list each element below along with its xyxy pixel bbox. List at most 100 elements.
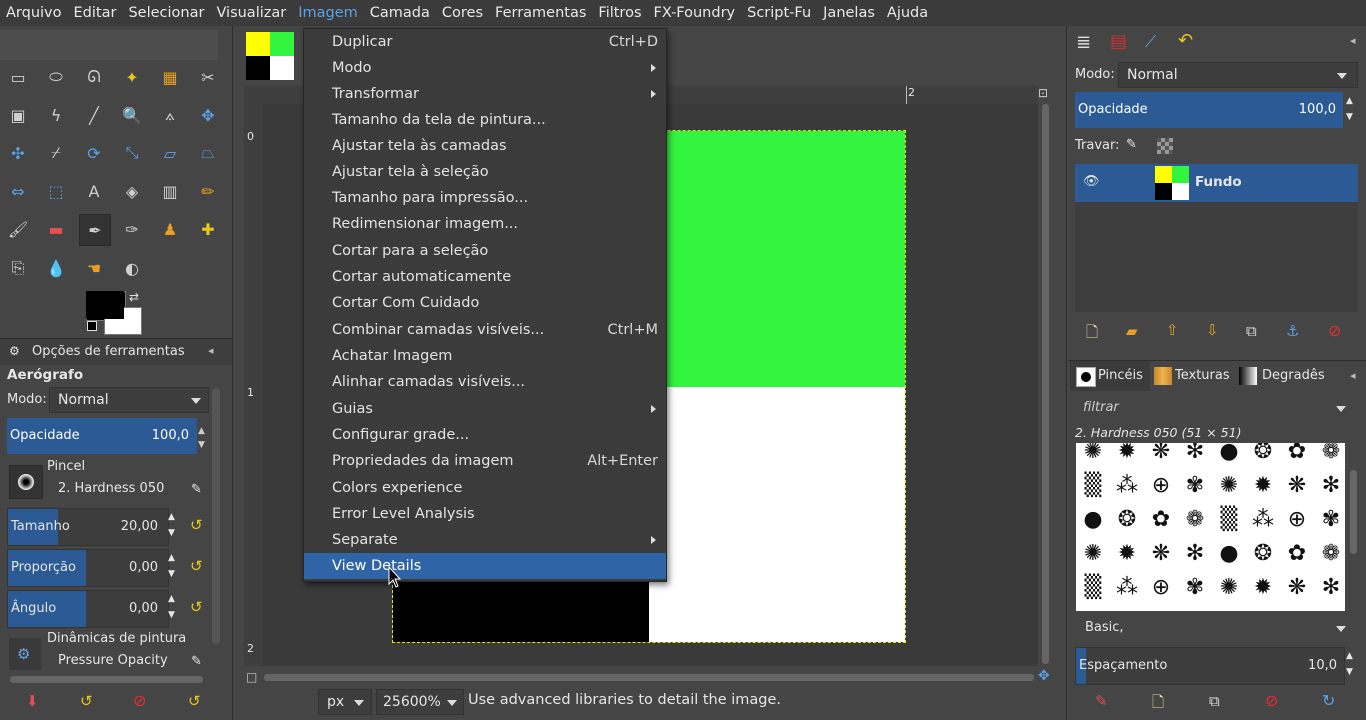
save-options-icon[interactable]: ⬇ [26,692,39,710]
flip-icon[interactable]: ⇔ [6,179,30,203]
brush-cell[interactable]: ✺ [1076,443,1110,469]
paths-tab-icon[interactable]: ⟋ [1145,32,1156,52]
duplicate-layer-icon[interactable]: ⧉ [1246,322,1257,340]
brush-cell[interactable]: ✻ [1178,443,1212,469]
menubar-item[interactable]: Camada [364,0,436,26]
shear-icon[interactable]: ▱ [158,141,182,165]
menubar-item[interactable]: Script-Fu [741,0,817,26]
brush-cell[interactable]: ❋ [1280,469,1314,503]
clone-icon[interactable]: ♟ [158,217,182,241]
menu-item[interactable]: Combinar camadas visíveis... Ctrl+M [304,317,666,343]
unit-select[interactable]: px [318,689,372,715]
blur-icon[interactable]: 💧 [44,256,68,280]
tool-options-hscrollbar[interactable] [10,676,203,683]
brush-filter-combo[interactable]: filtrar [1075,396,1358,420]
edit-brush-dock-icon[interactable]: ✎ [1095,692,1108,710]
opacity-slider[interactable]: Opacidade 100,0 [7,418,197,454]
brush-cell[interactable]: ✻ [1314,571,1345,605]
brush-cell[interactable]: ❁ [1178,503,1212,537]
zoom-fit-icon[interactable]: ⊡ [1038,86,1048,100]
menubar-item[interactable]: FX-Foundry [648,0,742,26]
menubar-item[interactable]: Selecionar [122,0,210,26]
ratio-spin-up[interactable]: ▲ [168,553,175,563]
scissors-icon[interactable]: ✂ [196,65,220,89]
brush-cell[interactable]: ⁂ [1110,469,1144,503]
reset-angle-icon[interactable]: ↺ [190,598,203,616]
brush-cell[interactable]: ✿ [1144,503,1178,537]
foreground-color-swatch-top[interactable] [86,291,124,319]
brush-cell[interactable]: ✻ [1178,537,1212,571]
size-spin-up[interactable]: ▲ [168,512,175,522]
delete-layer-icon[interactable]: ⊘ [1328,321,1341,340]
duplicate-brush-icon[interactable]: ⧉ [1209,692,1220,710]
brush-cell[interactable]: ▒ [1212,503,1246,537]
edit-brush-icon[interactable]: ✎ [191,482,202,497]
scale-icon[interactable]: ⤡ [120,141,144,165]
zoom-icon[interactable]: 🔍 [120,103,144,127]
menu-item[interactable]: Modo [304,55,666,81]
spacing-down[interactable]: ▼ [1346,667,1353,677]
brush-cell[interactable]: ✺ [1212,571,1246,605]
menu-item[interactable]: Configurar grade... [304,422,666,448]
menubar-item[interactable]: Filtros [592,0,647,26]
color-picker-icon[interactable]: ╱ [82,103,106,127]
brush-cell[interactable]: ✹ [1246,571,1280,605]
navigate-icon[interactable]: ✥ [1038,668,1050,684]
tab-patterns-label[interactable]: Texturas [1175,368,1230,383]
menubar-item[interactable]: Cores [436,0,489,26]
menu-item[interactable]: Guias [304,396,666,422]
tab-menu-icon[interactable]: ◂ [1350,369,1356,382]
paintbrush-icon[interactable]: 🖌 [6,217,30,241]
menubar-item[interactable]: Janelas [817,0,881,26]
opacity-spin-up[interactable]: ▲ [198,426,205,436]
tab-menu-icon[interactable]: ◂ [1350,34,1356,47]
raise-layer-icon[interactable]: ⇧ [1166,321,1179,339]
tab-brushes[interactable]: Pincéis [1070,361,1150,391]
tool-options-scrollbar[interactable] [212,388,220,644]
default-colors-icon[interactable] [87,321,97,331]
perspective-icon[interactable]: ⏢ [196,141,220,165]
measure-icon[interactable]: ⟑ [158,103,182,127]
new-brush-icon[interactable]: 🗋 [1152,692,1164,717]
menubar-item[interactable]: Ajuda [881,0,934,26]
brush-cell[interactable]: ✿ [1280,537,1314,571]
brush-cell[interactable]: ⁂ [1110,571,1144,605]
menu-item[interactable]: Transformar [304,81,666,107]
new-layer-group-icon[interactable]: ▰ [1126,322,1138,340]
brush-cell[interactable]: ✾ [1314,503,1345,537]
menu-item[interactable]: Duplicar Ctrl+D [304,29,666,55]
free-select-icon[interactable]: ᘏ [82,65,106,89]
brush-cell[interactable]: ✺ [1076,537,1110,571]
opacity-spin-down[interactable]: ▼ [198,440,205,450]
brush-cell[interactable]: ❂ [1246,537,1280,571]
mode-select[interactable]: Normal [49,387,209,413]
ellipse-select-icon[interactable]: ⬭ [44,65,68,89]
brush-grid-scrollbar[interactable] [1350,470,1357,554]
menu-item[interactable]: Cortar automaticamente [304,264,666,290]
delete-options-icon[interactable]: ⊘ [133,691,146,710]
zoom-select[interactable]: 25600% [376,689,464,715]
edit-dynamics-icon[interactable]: ✎ [191,654,202,669]
cage-icon[interactable]: ⬚ [44,179,68,203]
perspective-clone-icon[interactable]: ⎘ [6,256,30,280]
heal-icon[interactable]: ✚ [196,217,220,241]
paths-icon[interactable]: ϟ [44,103,68,127]
menu-item[interactable]: Ajustar tela à seleção [304,159,666,185]
brush-cell[interactable]: ❋ [1144,537,1178,571]
new-layer-icon[interactable]: 🗋 [1086,322,1098,347]
menubar-item[interactable]: Ferramentas [489,0,592,26]
brush-cell[interactable]: ✹ [1110,537,1144,571]
brush-cell[interactable]: ✹ [1246,469,1280,503]
angle-spin-down[interactable]: ▼ [168,610,175,620]
eraser-icon[interactable]: ▬ [44,217,68,241]
airbrush-icon[interactable]: ✒ [79,214,111,246]
brush-cell[interactable]: ❋ [1280,571,1314,605]
foreground-select-icon[interactable]: ▣ [6,103,30,127]
brush-cell[interactable]: ● [1076,503,1110,537]
brush-cell[interactable]: ✿ [1280,443,1314,469]
brush-cell[interactable]: ▒ [1076,469,1110,503]
tab-gradients-label[interactable]: Degradês [1262,368,1325,383]
smudge-icon[interactable]: ☚ [82,256,106,280]
fuzzy-select-icon[interactable]: ✦ [120,65,144,89]
menu-item[interactable]: Tamanho para impressão... [304,185,666,211]
